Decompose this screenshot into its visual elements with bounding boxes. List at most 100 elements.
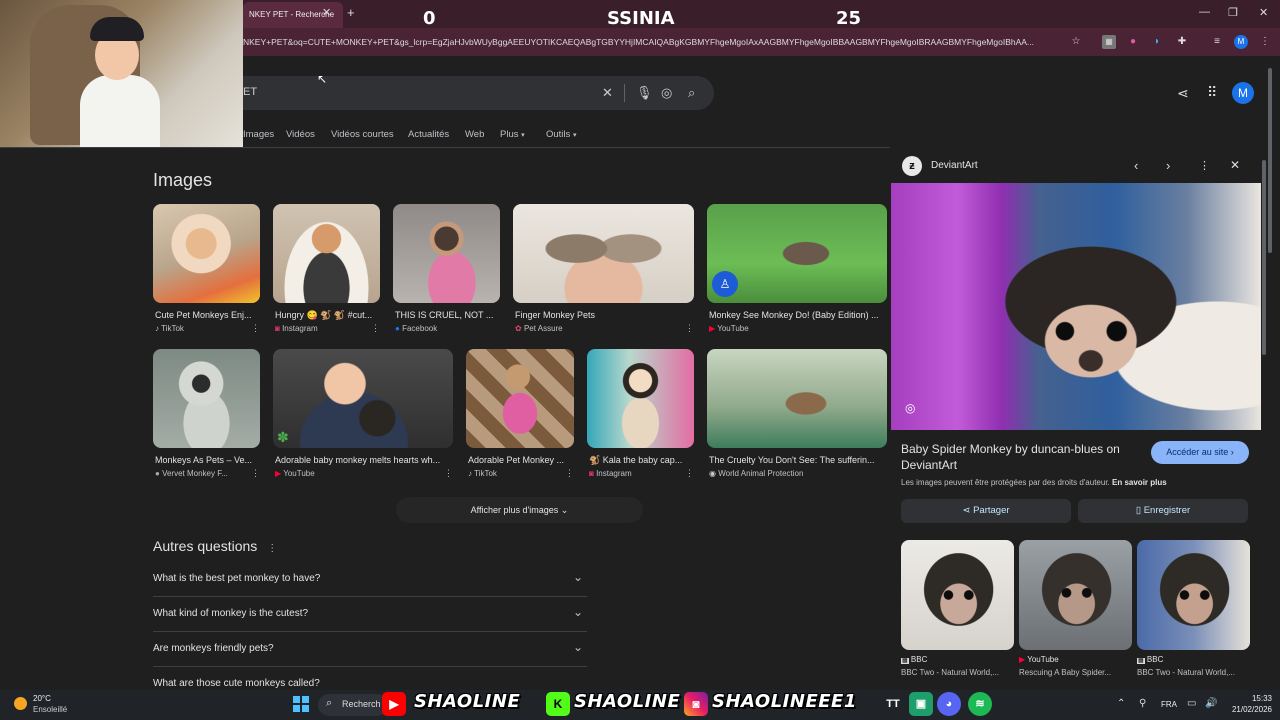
image-thumbnail[interactable]: ♙ — [707, 204, 887, 303]
app-icon[interactable]: TT — [881, 692, 905, 716]
reading-list-icon[interactable]: ≡ — [1210, 35, 1224, 49]
thumb-source: ▶ YouTube — [709, 324, 749, 333]
thumb-title[interactable]: Hungry 😋 🐒 🐒 #cut... — [275, 310, 375, 321]
show-more-images-button[interactable]: Afficher plus d'images ⌄ — [396, 497, 643, 523]
apps-grid-icon[interactable]: ⠿ — [1207, 84, 1217, 101]
thumb-title[interactable]: Finger Monkey Pets — [515, 310, 690, 320]
related-image[interactable] — [1137, 540, 1250, 650]
more-options-icon[interactable]: ⋮ — [1199, 159, 1210, 172]
image-thumbnail[interactable]: ✽ — [273, 349, 453, 448]
extensions-puzzle-icon[interactable]: ✚ — [1175, 35, 1189, 49]
filter-tools[interactable]: Outils ▾ — [546, 129, 576, 140]
windows-start-icon[interactable] — [293, 696, 309, 712]
question-item[interactable]: What are those cute monkeys called? — [153, 667, 587, 690]
extension-icon[interactable]: ◗ — [1150, 35, 1164, 49]
panel-source-name[interactable]: DeviantArt — [931, 160, 978, 171]
image-thumbnail[interactable] — [273, 204, 380, 303]
filter-images[interactable]: Images — [243, 129, 274, 140]
question-item[interactable]: What is the best pet monkey to have? ⌄ — [153, 562, 587, 597]
filter-more[interactable]: Plus ▾ — [500, 129, 525, 140]
close-icon[interactable]: ✕ — [1230, 158, 1240, 172]
clock-date[interactable]: 21/02/2026 — [1222, 705, 1272, 714]
microphone-icon[interactable]: 🎙 — [636, 85, 653, 101]
question-item[interactable]: What kind of monkey is the cutest? ⌄ — [153, 597, 587, 632]
thumb-title[interactable]: The Cruelty You Don't See: The sufferin.… — [709, 455, 886, 465]
url-field[interactable]: NKEY+PET&oq=CUTE+MONKEY+PET&gs_lcrp=EgZj… — [243, 37, 1063, 47]
discord-icon[interactable]: ◕ — [937, 692, 961, 716]
more-options-icon[interactable]: ⋮ — [565, 468, 574, 479]
minimize-button[interactable]: — — [1199, 6, 1210, 18]
more-options-icon[interactable]: ⋮ — [685, 468, 694, 479]
display-icon[interactable]: ▭ — [1187, 698, 1196, 709]
kick-icon: K — [546, 692, 570, 716]
weather-description[interactable]: Ensoleillé — [33, 705, 67, 714]
save-button[interactable]: ▯ Enregistrer — [1078, 499, 1248, 523]
maximize-button[interactable]: ❐ — [1228, 6, 1238, 19]
app-icon[interactable]: ▣ — [909, 692, 933, 716]
panel-scrollbar[interactable] — [1261, 148, 1268, 688]
weather-temperature[interactable]: 20°C — [33, 694, 51, 703]
window-close-button[interactable]: ✕ — [1259, 6, 1268, 19]
share-icon[interactable]: ⋖ — [1177, 85, 1189, 102]
thumb-title[interactable]: Monkeys As Pets – Ve... — [155, 455, 255, 465]
thumb-title[interactable]: Monkey See Monkey Do! (Baby Edition) ... — [709, 310, 886, 320]
next-icon[interactable]: › — [1166, 158, 1170, 173]
volume-icon[interactable]: 🔊 — [1205, 698, 1217, 709]
save-label: Enregistrer — [1143, 505, 1191, 516]
share-button[interactable]: ⋖ Partager — [901, 499, 1071, 523]
learn-more-link[interactable]: En savoir plus — [1112, 478, 1167, 487]
image-thumbnail[interactable] — [513, 204, 694, 303]
thumb-title[interactable]: Adorable baby monkey melts hearts wh... — [275, 455, 449, 465]
previous-icon[interactable]: ‹ — [1134, 158, 1138, 173]
filter-web[interactable]: Web — [465, 129, 484, 140]
related-title[interactable]: Rescuing A Baby Spider... — [1019, 668, 1129, 677]
related-title[interactable]: BBC Two - Natural World,... — [1137, 668, 1247, 677]
lens-icon[interactable]: ◎ — [905, 401, 915, 415]
more-options-icon[interactable]: ⋮ — [267, 543, 277, 554]
filter-short-videos[interactable]: Vidéos courtes — [331, 129, 394, 140]
spotify-icon[interactable]: ≋ — [968, 692, 992, 716]
scrollbar-thumb[interactable] — [1262, 160, 1266, 355]
more-options-icon[interactable]: ⋮ — [444, 468, 453, 479]
visit-site-button[interactable]: Accéder au site › — [1151, 441, 1249, 464]
more-options-icon[interactable]: ⋮ — [251, 323, 260, 334]
filter-news[interactable]: Actualités — [408, 129, 449, 140]
new-tab-button[interactable]: + — [347, 5, 355, 20]
question-item[interactable]: Are monkeys friendly pets? ⌄ — [153, 632, 587, 667]
thumb-title[interactable]: THIS IS CRUEL, NOT ... — [395, 310, 497, 320]
related-title[interactable]: BBC Two - Natural World,... — [901, 668, 1011, 677]
extension-icon[interactable]: ▦ — [1102, 35, 1116, 49]
filter-videos[interactable]: Vidéos — [286, 129, 315, 140]
profile-avatar[interactable]: M — [1234, 35, 1248, 49]
image-thumbnail[interactable] — [466, 349, 574, 448]
tab-close-icon[interactable]: ✕ — [322, 6, 331, 19]
more-options-icon[interactable]: ⋮ — [251, 468, 260, 479]
account-avatar[interactable]: M — [1232, 82, 1254, 104]
image-thumbnail[interactable] — [153, 349, 260, 448]
thumb-title[interactable]: 🐒 Kala the baby cap... — [589, 455, 691, 466]
image-thumbnail[interactable] — [393, 204, 500, 303]
visit-site-label: Accéder au site — [1166, 447, 1229, 457]
preview-title[interactable]: Baby Spider Monkey by duncan-blues on De… — [901, 441, 1151, 473]
related-image[interactable] — [901, 540, 1014, 650]
extension-icon[interactable]: ● — [1126, 35, 1140, 49]
search-input[interactable]: ET — [243, 86, 257, 98]
lens-camera-icon[interactable]: ◎ — [661, 85, 672, 101]
image-thumbnail[interactable] — [587, 349, 694, 448]
more-options-icon[interactable]: ⋮ — [685, 323, 694, 334]
bookmark-star-icon[interactable]: ☆ — [1069, 35, 1083, 49]
language-indicator[interactable]: FRA — [1161, 700, 1177, 709]
related-image[interactable] — [1019, 540, 1132, 650]
thumb-title[interactable]: Cute Pet Monkeys Enj... — [155, 310, 255, 320]
search-icon[interactable]: ⌕ — [688, 85, 695, 101]
image-thumbnail[interactable] — [707, 349, 887, 448]
clock-time[interactable]: 15:33 — [1222, 694, 1272, 703]
thumb-title[interactable]: Adorable Pet Monkey ... — [468, 455, 572, 465]
image-thumbnail[interactable] — [153, 204, 260, 303]
clear-icon[interactable]: ✕ — [602, 85, 613, 101]
more-options-icon[interactable]: ⋮ — [371, 323, 380, 334]
scrollbar-thumb[interactable] — [1268, 68, 1272, 253]
preview-image[interactable]: ◎ — [891, 183, 1261, 430]
chevron-up-icon[interactable]: ⌃ — [1117, 698, 1125, 709]
browser-menu-icon[interactable]: ⋮ — [1258, 35, 1272, 49]
